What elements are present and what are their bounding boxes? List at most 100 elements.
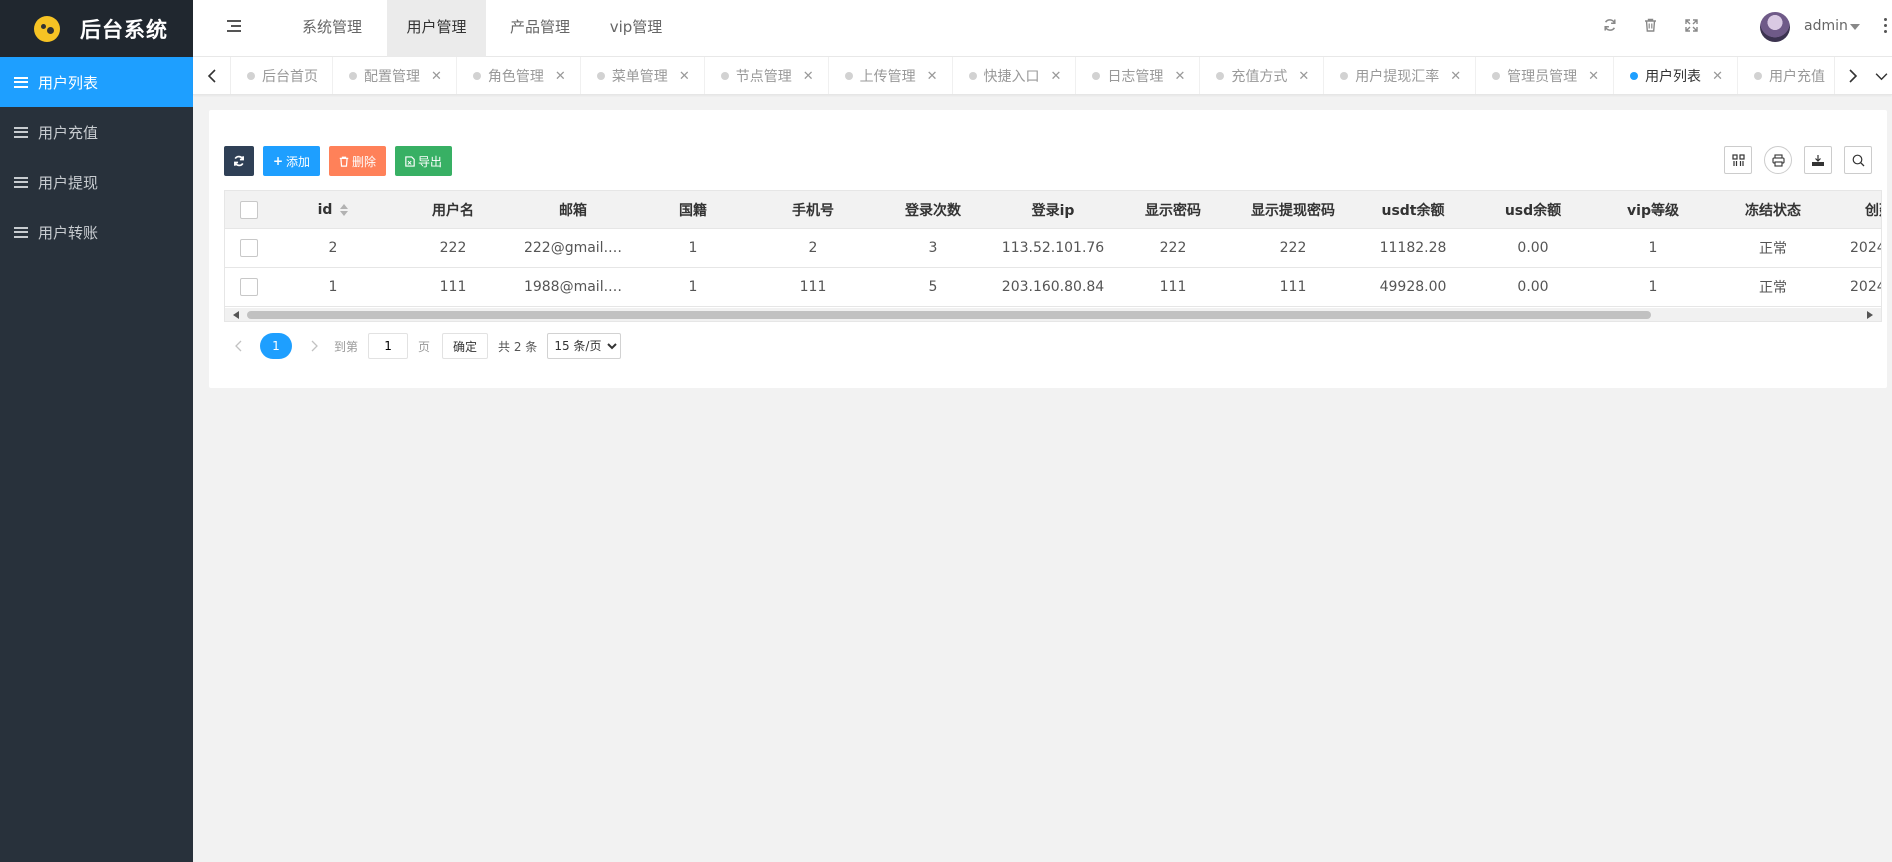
tab-label: 用户充值 <box>1768 69 1825 85</box>
cell-phone: 111 <box>799 279 827 295</box>
avatar[interactable] <box>1760 12 1790 42</box>
tab-log[interactable]: 日志管理 ✕ <box>1076 57 1201 94</box>
nav-system[interactable]: 系统管理 <box>287 0 377 57</box>
tab-shortcut[interactable]: 快捷入口 ✕ <box>953 57 1077 94</box>
tab-dot-icon <box>1630 72 1639 80</box>
fullscreen-icon[interactable] <box>1682 18 1700 36</box>
logo-icon <box>34 15 60 42</box>
tabs-menu-chevron-down-icon[interactable] <box>1870 57 1892 94</box>
tab-dot-icon <box>472 72 481 80</box>
cell-withdraw-password: 111 <box>1279 279 1307 295</box>
cell-login-ip: 203.160.80.84 <box>1001 279 1105 295</box>
app-title: 后台系统 <box>80 17 168 42</box>
sidebar-item-label: 用户提现 <box>38 173 99 192</box>
add-button[interactable]: + 添加 <box>263 146 320 176</box>
export-button[interactable]: 导出 <box>395 146 452 176</box>
tab-label: 配置管理 <box>364 69 420 85</box>
row-checkbox-cell <box>225 229 273 267</box>
table-row[interactable]: 1 111 1988@mail.… 1 111 5 203.160.80.84 … <box>225 268 1881 307</box>
trash-icon[interactable] <box>1641 18 1659 36</box>
tab-user-list[interactable]: 用户列表 ✕ <box>1614 57 1738 94</box>
tab-dot-icon <box>596 72 605 80</box>
close-icon[interactable]: ✕ <box>1174 69 1185 84</box>
sort-icon[interactable] <box>340 203 349 216</box>
tab-label: 快捷入口 <box>983 69 1040 85</box>
tab-withdraw-rate[interactable]: 用户提现汇率 ✕ <box>1324 57 1477 94</box>
tab-dot-icon <box>1216 72 1225 80</box>
admin-username[interactable]: admin <box>1804 18 1848 34</box>
page-number-input[interactable] <box>368 333 409 359</box>
goto-label: 到第 <box>334 339 359 354</box>
current-page[interactable]: 1 <box>260 333 292 359</box>
tab-label: 菜单管理 <box>611 69 668 85</box>
columns-filter-button[interactable] <box>1724 146 1752 174</box>
select-all-checkbox[interactable] <box>240 200 258 219</box>
plus-icon: + <box>272 154 284 168</box>
next-page-icon[interactable] <box>300 332 328 360</box>
tab-node[interactable]: 节点管理 ✕ <box>705 57 829 94</box>
page-size-select[interactable]: 15 条/页 <box>547 333 622 359</box>
nav-product[interactable]: 产品管理 <box>491 0 589 57</box>
scroll-left-icon[interactable] <box>233 311 239 319</box>
scrollbar-thumb[interactable] <box>247 311 1651 319</box>
close-icon[interactable]: ✕ <box>1450 69 1461 84</box>
close-icon[interactable]: ✕ <box>927 69 938 84</box>
cell-email: 222@gmail.… <box>523 240 623 256</box>
nav-user[interactable]: 用户管理 <box>387 0 486 57</box>
close-icon[interactable]: ✕ <box>431 69 442 84</box>
close-icon[interactable]: ✕ <box>1712 69 1723 84</box>
close-icon[interactable]: ✕ <box>1298 69 1309 84</box>
tab-label: 上传管理 <box>859 69 916 85</box>
tab-menu[interactable]: 菜单管理 ✕ <box>581 57 705 94</box>
close-icon[interactable]: ✕ <box>1051 69 1062 84</box>
cell-withdraw-password: 222 <box>1279 240 1307 256</box>
sidebar-item-user-recharge[interactable]: 用户充值 <box>0 107 193 157</box>
table-row[interactable]: 2 222 222@gmail.… 1 2 3 113.52.101.76 22… <box>225 229 1881 268</box>
tab-dot-icon <box>1092 72 1101 80</box>
close-icon[interactable]: ✕ <box>803 69 814 84</box>
tab-home[interactable]: 后台首页 <box>231 57 333 94</box>
nav-vip[interactable]: vip管理 <box>591 0 681 57</box>
sidebar-item-label: 用户充值 <box>38 123 99 142</box>
col-header-password: 显示密码 <box>1145 202 1201 219</box>
print-icon <box>1771 153 1785 167</box>
close-icon[interactable]: ✕ <box>679 69 690 84</box>
tab-admin[interactable]: 管理员管理 ✕ <box>1476 57 1615 94</box>
tabs-scroll-right-icon[interactable] <box>1834 57 1870 94</box>
export-table-button[interactable] <box>1804 146 1832 174</box>
tab-upload[interactable]: 上传管理 ✕ <box>829 57 953 94</box>
refresh-button[interactable] <box>224 146 254 176</box>
columns-icon <box>1731 153 1745 166</box>
prev-page-icon[interactable] <box>224 332 252 360</box>
cell-username: 111 <box>439 279 467 295</box>
tab-dot-icon <box>1753 72 1762 80</box>
logo[interactable]: 后台系统 <box>0 0 193 57</box>
sidebar-item-user-list[interactable]: 用户列表 <box>0 57 193 107</box>
tab-role[interactable]: 角色管理 ✕ <box>457 57 581 94</box>
scroll-right-icon[interactable] <box>1867 311 1873 319</box>
refresh-icon[interactable] <box>1601 18 1619 36</box>
horizontal-scrollbar[interactable] <box>225 308 1881 321</box>
row-checkbox[interactable] <box>240 239 258 257</box>
close-icon[interactable]: ✕ <box>555 69 566 84</box>
cell-phone: 2 <box>808 240 818 256</box>
more-vertical-icon[interactable] <box>1884 17 1888 33</box>
tab-config[interactable]: 配置管理 ✕ <box>333 57 457 94</box>
chevron-down-icon[interactable] <box>1850 24 1860 30</box>
col-header-id[interactable]: id <box>273 191 393 228</box>
page-confirm-button[interactable]: 确定 <box>442 333 489 359</box>
sidebar-item-user-withdraw[interactable]: 用户提现 <box>0 157 193 207</box>
sidebar-item-user-transfer[interactable]: 用户转账 <box>0 207 193 257</box>
close-icon[interactable]: ✕ <box>1588 69 1599 84</box>
row-checkbox[interactable] <box>240 278 258 296</box>
cell-id: 2 <box>328 240 338 256</box>
search-button[interactable] <box>1844 146 1872 174</box>
page-unit-label: 页 <box>418 339 431 354</box>
col-header-label: id <box>317 201 333 218</box>
delete-button[interactable]: 删除 <box>329 146 386 176</box>
col-header-login-count: 登录次数 <box>905 202 961 219</box>
tab-recharge-method[interactable]: 充值方式 ✕ <box>1200 57 1325 94</box>
menu-toggle-icon[interactable] <box>227 19 243 33</box>
tabs-scroll-left-icon[interactable] <box>193 57 231 94</box>
print-button[interactable] <box>1764 146 1792 174</box>
